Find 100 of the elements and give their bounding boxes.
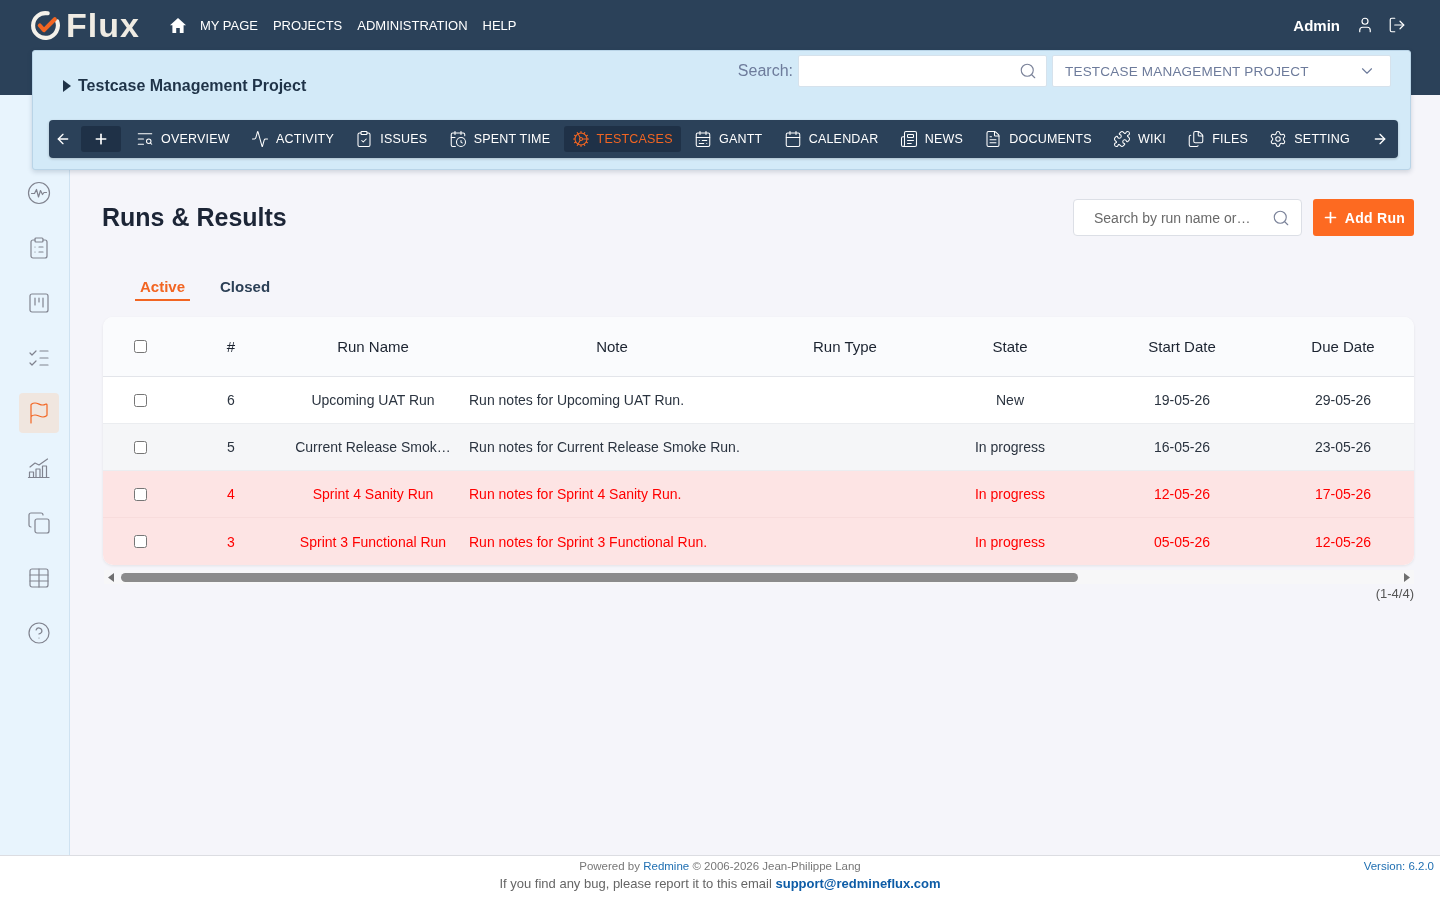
table-cell-text: Sprint 4 Sanity Run <box>311 486 435 502</box>
pagination-info: (1-4/4) <box>1375 586 1414 601</box>
caret-right-icon[interactable] <box>63 80 71 92</box>
table-cell-text: 16-05-26 <box>1152 439 1211 455</box>
column-header: Start Date <box>1147 338 1217 355</box>
logout-icon[interactable] <box>1388 16 1406 34</box>
page-title: Runs & Results <box>102 203 287 232</box>
clipboard-check-icon <box>355 130 374 148</box>
menu-tab[interactable]: FILES <box>1179 126 1256 152</box>
select-all-checkbox[interactable] <box>134 340 147 353</box>
table-cell-text: 05-05-26 <box>1152 533 1211 550</box>
table-cell-text: In progress <box>973 533 1046 550</box>
redmine-link[interactable]: Redmine <box>643 860 690 872</box>
table-cell-text: 23-05-26 <box>1313 439 1372 455</box>
row-checkbox[interactable] <box>134 440 147 454</box>
table-cell-text: 4 <box>226 486 236 502</box>
scroll-left-icon[interactable] <box>108 572 114 582</box>
cog-icon <box>571 130 590 148</box>
menu-tab[interactable]: DOCUMENTS <box>976 126 1100 152</box>
menu-tab[interactable]: SPENT TIME <box>440 126 559 152</box>
menu-tab[interactable]: TESTCASES <box>563 126 681 152</box>
nav-link[interactable]: HELP <box>482 17 517 33</box>
table-cell-text: Upcoming UAT Run <box>310 392 436 408</box>
scroll-right-icon[interactable] <box>1404 572 1410 582</box>
pulse-circle-icon <box>27 181 51 205</box>
arrow-right-icon[interactable] <box>1372 131 1388 147</box>
calendar-range-icon <box>694 130 712 148</box>
project-select[interactable]: TESTCASE MANAGEMENT PROJECT <box>1052 55 1391 87</box>
document-icon <box>984 130 1003 148</box>
table-cell-text: 17-05-26 <box>1313 486 1372 502</box>
calendar-icon <box>783 130 802 148</box>
version-text: Version: 6.2.0 <box>1363 860 1434 872</box>
row-checkbox[interactable] <box>134 487 147 501</box>
row-checkbox[interactable] <box>134 393 147 407</box>
nav-link[interactable]: ADMINISTRATION <box>357 17 468 33</box>
table-cell-text: 6 <box>226 392 236 408</box>
menu-tab[interactable]: ISSUES <box>347 126 436 152</box>
tab[interactable]: Closed <box>215 278 276 301</box>
table-cell-text: 12-05-26 <box>1152 486 1211 502</box>
column-header: State <box>991 338 1029 355</box>
table-cell-text: Run notes for Sprint 3 Functional Run. <box>468 533 709 550</box>
table-cell-text: Run notes for Current Release Smoke Run. <box>468 439 741 455</box>
search-list-icon <box>136 130 154 148</box>
search-icon <box>1019 62 1037 80</box>
column-header: Run Type <box>812 338 878 355</box>
project-title: Testcase Management Project <box>78 77 307 95</box>
help-icon <box>27 621 51 645</box>
growth-chart-icon <box>27 456 51 480</box>
column-header: # <box>225 338 237 355</box>
menu-tab[interactable]: OVERVIEW <box>128 126 238 152</box>
kanban-board-icon <box>27 291 51 315</box>
user-name-link[interactable]: Admin <box>1293 16 1340 34</box>
menu-tab[interactable]: SETTING <box>1261 126 1358 152</box>
bug-report-text: If you find any bug, please report it to this email support@redmineflux.com <box>499 876 941 891</box>
support-email-link[interactable]: support@redmineflux.com <box>775 876 941 891</box>
menu-tab[interactable]: CALENDAR <box>775 126 887 152</box>
column-header: Note <box>595 338 629 355</box>
table-cell-text: Sprint 3 Functional Run <box>298 533 448 550</box>
menu-tab[interactable]: ACTIVITY <box>243 126 342 152</box>
table-cell-text: 29-05-26 <box>1313 392 1372 408</box>
flag-icon <box>27 401 51 425</box>
column-header: Run Name <box>336 338 410 355</box>
settings-icon <box>1269 130 1288 148</box>
run-search-field[interactable]: Search by run name or… <box>1073 199 1302 236</box>
menu-tab[interactable]: GANTT <box>686 126 771 152</box>
clipboard-list-icon <box>27 236 51 260</box>
home-icon[interactable] <box>169 17 186 33</box>
scrollbar-thumb[interactable] <box>121 572 1078 582</box>
table-cell-text: 3 <box>226 533 236 550</box>
newspaper-icon <box>899 130 918 148</box>
user-icon[interactable] <box>1356 16 1374 34</box>
pulse-icon <box>251 130 270 148</box>
files-icon <box>1187 130 1206 148</box>
table-cell-text: 12-05-26 <box>1313 533 1372 550</box>
arrow-left-icon[interactable] <box>55 131 71 147</box>
table-cell-text: In progress <box>973 486 1046 502</box>
row-checkbox[interactable] <box>134 535 147 548</box>
logo-check-icon <box>30 9 61 41</box>
copy-icon <box>27 511 51 535</box>
logo-text: Flux <box>66 8 140 42</box>
nav-link[interactable]: MY PAGE <box>199 17 258 33</box>
nav-link[interactable]: PROJECTS <box>272 17 343 33</box>
calendar-clock-icon <box>448 130 467 148</box>
table-cell-text: New <box>995 392 1025 408</box>
new-button[interactable] <box>81 126 121 152</box>
copyright-text: Powered by Redmine © 2006-2026 Jean-Philippe Lang <box>579 860 861 872</box>
menu-tab[interactable]: NEWS <box>891 126 971 152</box>
table-icon <box>27 566 51 590</box>
plus-icon <box>93 131 109 147</box>
table-cell-text: In progress <box>973 439 1046 455</box>
table-cell-text: Run notes for Sprint 4 Sanity Run. <box>468 486 683 502</box>
search-field[interactable] <box>798 55 1047 87</box>
menu-tab[interactable]: WIKI <box>1105 126 1174 152</box>
column-header: Due Date <box>1310 338 1376 355</box>
table-cell-text: Current Release Smok… <box>294 439 452 455</box>
table-cell-text: 5 <box>226 439 236 455</box>
table-cell-text: Run notes for Upcoming UAT Run. <box>468 392 686 408</box>
search-label: Search: <box>737 62 793 80</box>
search-icon <box>1272 208 1290 227</box>
table-cell-text: 19-05-26 <box>1152 392 1211 408</box>
